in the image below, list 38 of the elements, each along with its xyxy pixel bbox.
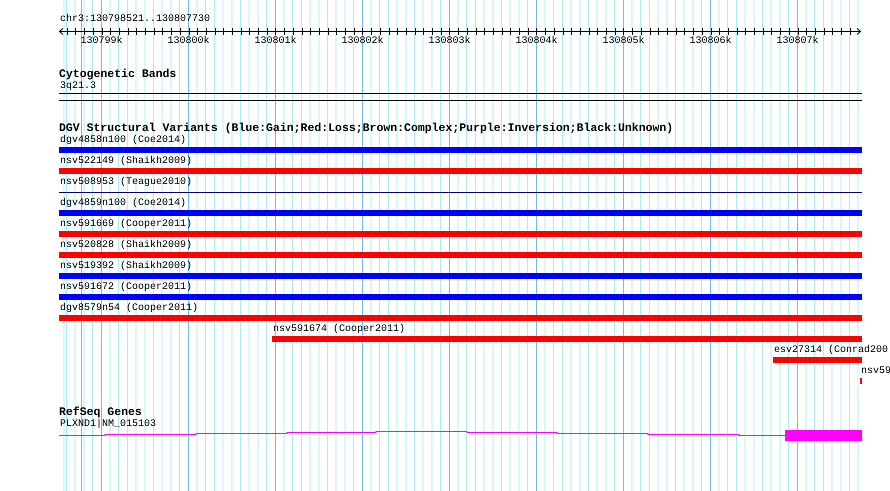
band-label: 3q21.3 <box>59 81 96 92</box>
feature-label: nsv508953 (Teague2010) <box>59 177 192 189</box>
variant-bar[interactable] <box>59 273 862 279</box>
feature-label: nsv522149 (Shaikh2009) <box>59 156 192 168</box>
variant-bar[interactable] <box>59 147 862 153</box>
variant-bar[interactable] <box>59 210 862 216</box>
tick-label: 130807k <box>776 36 818 48</box>
gene-model-drawing[interactable] <box>59 430 862 441</box>
location-label: chr3:130798521..130807730 <box>59 14 212 26</box>
feature-label: dgv4859n100 (Coe2014) <box>59 198 186 210</box>
variant-bar[interactable] <box>59 231 862 237</box>
tick-label: 130805k <box>602 36 644 48</box>
feature-label: dgv4858n100 (Coe2014) <box>59 135 186 147</box>
feature-label: nsv591674 (Cooper2011) <box>272 324 406 336</box>
feature-label: dgv8579n54 (Cooper2011) <box>59 303 198 315</box>
variant-bar[interactable] <box>59 315 862 321</box>
tick-label: 130801k <box>254 36 296 48</box>
variant-bar[interactable] <box>59 168 862 174</box>
tick-label: 130799k <box>80 36 122 48</box>
variant-bar[interactable] <box>59 252 862 258</box>
tick-label: 130800k <box>168 36 210 48</box>
tick-label: 130802k <box>342 36 384 48</box>
tick-label: 130804k <box>516 36 558 48</box>
feature-label: nsv591669 (Cooper2011) <box>59 219 192 231</box>
feature-label: nsv591672 (Cooper2011) <box>59 282 192 294</box>
variant-bar[interactable] <box>773 357 862 363</box>
track-title: RefSeq Genes <box>59 406 142 419</box>
feature-label: nsv59 <box>860 366 890 378</box>
feature-label: nsv520828 (Shaikh2009) <box>59 240 192 252</box>
variant-bar[interactable] <box>59 294 862 300</box>
feature-label: esv27314 (Conrad200 <box>773 345 888 357</box>
tick-label: 130806k <box>690 36 732 48</box>
track-title: Cytogenetic Bands <box>59 68 176 81</box>
track-title: DGV Structural Variants (Blue:Gain;Red:Loss;Brown:Complex;Purple:Inversion;Black:Unknown) <box>59 122 674 135</box>
tick-label: 130803k <box>428 36 470 48</box>
gene-label: PLXND1|NM_015103 <box>59 419 156 430</box>
variant-bar[interactable] <box>272 336 862 342</box>
feature-label: nsv519392 (Shaikh2009) <box>59 261 192 273</box>
